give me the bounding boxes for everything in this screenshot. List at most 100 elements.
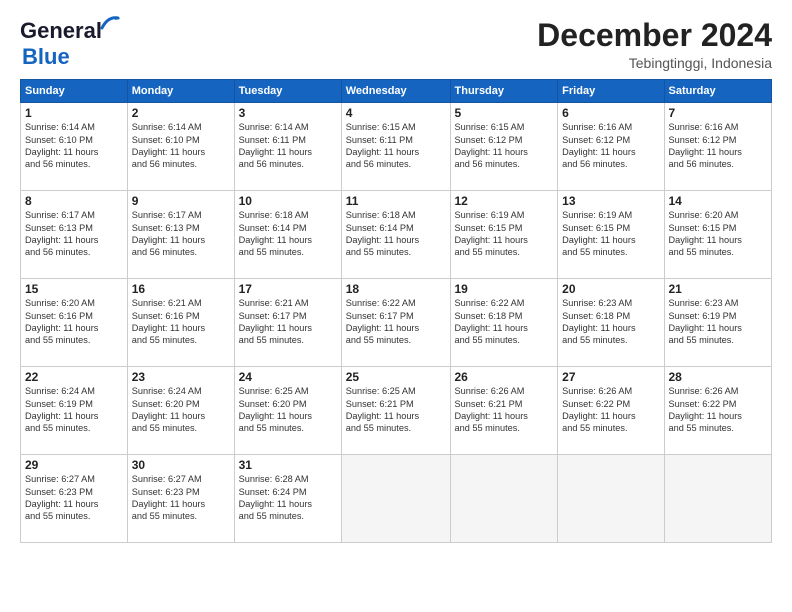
day-info: Sunrise: 6:14 AM Sunset: 6:10 PM Dayligh…	[132, 121, 230, 171]
day-number: 12	[455, 194, 554, 208]
day-info: Sunrise: 6:18 AM Sunset: 6:14 PM Dayligh…	[346, 209, 446, 259]
day-number: 7	[669, 106, 768, 120]
day-info: Sunrise: 6:16 AM Sunset: 6:12 PM Dayligh…	[562, 121, 659, 171]
calendar-cell: 26Sunrise: 6:26 AM Sunset: 6:21 PM Dayli…	[450, 367, 558, 455]
calendar-week-row: 1Sunrise: 6:14 AM Sunset: 6:10 PM Daylig…	[21, 103, 772, 191]
weekday-header-wednesday: Wednesday	[341, 80, 450, 103]
calendar-cell: 16Sunrise: 6:21 AM Sunset: 6:16 PM Dayli…	[127, 279, 234, 367]
calendar-cell	[558, 455, 664, 543]
calendar-cell	[341, 455, 450, 543]
day-info: Sunrise: 6:14 AM Sunset: 6:10 PM Dayligh…	[25, 121, 123, 171]
day-info: Sunrise: 6:22 AM Sunset: 6:17 PM Dayligh…	[346, 297, 446, 347]
day-number: 20	[562, 282, 659, 296]
calendar-cell: 7Sunrise: 6:16 AM Sunset: 6:12 PM Daylig…	[664, 103, 772, 191]
day-number: 30	[132, 458, 230, 472]
weekday-header-thursday: Thursday	[450, 80, 558, 103]
day-number: 4	[346, 106, 446, 120]
calendar-cell	[664, 455, 772, 543]
calendar-cell: 9Sunrise: 6:17 AM Sunset: 6:13 PM Daylig…	[127, 191, 234, 279]
day-number: 21	[669, 282, 768, 296]
month-title: December 2024	[537, 18, 772, 53]
day-number: 29	[25, 458, 123, 472]
weekday-header-tuesday: Tuesday	[234, 80, 341, 103]
calendar-cell: 5Sunrise: 6:15 AM Sunset: 6:12 PM Daylig…	[450, 103, 558, 191]
day-number: 8	[25, 194, 123, 208]
day-info: Sunrise: 6:27 AM Sunset: 6:23 PM Dayligh…	[132, 473, 230, 523]
calendar-cell: 24Sunrise: 6:25 AM Sunset: 6:20 PM Dayli…	[234, 367, 341, 455]
day-info: Sunrise: 6:22 AM Sunset: 6:18 PM Dayligh…	[455, 297, 554, 347]
day-info: Sunrise: 6:18 AM Sunset: 6:14 PM Dayligh…	[239, 209, 337, 259]
calendar-page: General Blue December 2024 Tebingtinggi,…	[0, 0, 792, 612]
calendar-week-row: 15Sunrise: 6:20 AM Sunset: 6:16 PM Dayli…	[21, 279, 772, 367]
day-number: 19	[455, 282, 554, 296]
calendar-table: SundayMondayTuesdayWednesdayThursdayFrid…	[20, 79, 772, 543]
day-info: Sunrise: 6:19 AM Sunset: 6:15 PM Dayligh…	[455, 209, 554, 259]
calendar-cell: 2Sunrise: 6:14 AM Sunset: 6:10 PM Daylig…	[127, 103, 234, 191]
calendar-cell: 4Sunrise: 6:15 AM Sunset: 6:11 PM Daylig…	[341, 103, 450, 191]
calendar-cell: 20Sunrise: 6:23 AM Sunset: 6:18 PM Dayli…	[558, 279, 664, 367]
calendar-cell: 22Sunrise: 6:24 AM Sunset: 6:19 PM Dayli…	[21, 367, 128, 455]
day-info: Sunrise: 6:26 AM Sunset: 6:22 PM Dayligh…	[669, 385, 768, 435]
calendar-cell: 10Sunrise: 6:18 AM Sunset: 6:14 PM Dayli…	[234, 191, 341, 279]
day-number: 2	[132, 106, 230, 120]
calendar-cell: 8Sunrise: 6:17 AM Sunset: 6:13 PM Daylig…	[21, 191, 128, 279]
day-info: Sunrise: 6:17 AM Sunset: 6:13 PM Dayligh…	[132, 209, 230, 259]
header: General Blue December 2024 Tebingtinggi,…	[20, 18, 772, 71]
weekday-header-saturday: Saturday	[664, 80, 772, 103]
calendar-cell: 17Sunrise: 6:21 AM Sunset: 6:17 PM Dayli…	[234, 279, 341, 367]
weekday-header-friday: Friday	[558, 80, 664, 103]
calendar-cell: 6Sunrise: 6:16 AM Sunset: 6:12 PM Daylig…	[558, 103, 664, 191]
day-number: 23	[132, 370, 230, 384]
day-number: 24	[239, 370, 337, 384]
calendar-cell: 27Sunrise: 6:26 AM Sunset: 6:22 PM Dayli…	[558, 367, 664, 455]
calendar-cell: 18Sunrise: 6:22 AM Sunset: 6:17 PM Dayli…	[341, 279, 450, 367]
logo-blue: Blue	[22, 44, 70, 69]
day-info: Sunrise: 6:23 AM Sunset: 6:19 PM Dayligh…	[669, 297, 768, 347]
day-number: 15	[25, 282, 123, 296]
day-number: 25	[346, 370, 446, 384]
day-info: Sunrise: 6:15 AM Sunset: 6:11 PM Dayligh…	[346, 121, 446, 171]
logo-swoosh-icon	[100, 14, 120, 30]
day-info: Sunrise: 6:25 AM Sunset: 6:21 PM Dayligh…	[346, 385, 446, 435]
day-info: Sunrise: 6:21 AM Sunset: 6:16 PM Dayligh…	[132, 297, 230, 347]
day-number: 26	[455, 370, 554, 384]
weekday-header-sunday: Sunday	[21, 80, 128, 103]
day-info: Sunrise: 6:19 AM Sunset: 6:15 PM Dayligh…	[562, 209, 659, 259]
calendar-cell: 30Sunrise: 6:27 AM Sunset: 6:23 PM Dayli…	[127, 455, 234, 543]
calendar-cell: 29Sunrise: 6:27 AM Sunset: 6:23 PM Dayli…	[21, 455, 128, 543]
calendar-cell: 25Sunrise: 6:25 AM Sunset: 6:21 PM Dayli…	[341, 367, 450, 455]
calendar-week-row: 8 Sunrise: 6:17 AM Sunset: 6:13 PM Daylig…	[21, 191, 772, 279]
day-number: 10	[239, 194, 337, 208]
calendar-cell: 31Sunrise: 6:28 AM Sunset: 6:24 PM Dayli…	[234, 455, 341, 543]
day-number: 11	[346, 194, 446, 208]
title-block: December 2024 Tebingtinggi, Indonesia	[537, 18, 772, 71]
day-number: 5	[455, 106, 554, 120]
day-number: 16	[132, 282, 230, 296]
day-number: 9	[132, 194, 230, 208]
logo-general: General	[20, 18, 102, 43]
day-number: 13	[562, 194, 659, 208]
day-info: Sunrise: 6:14 AM Sunset: 6:11 PM Dayligh…	[239, 121, 337, 171]
calendar-cell: 15Sunrise: 6:20 AM Sunset: 6:16 PM Dayli…	[21, 279, 128, 367]
calendar-cell: 12Sunrise: 6:19 AM Sunset: 6:15 PM Dayli…	[450, 191, 558, 279]
logo: General Blue	[20, 18, 102, 70]
calendar-cell: 19Sunrise: 6:22 AM Sunset: 6:18 PM Dayli…	[450, 279, 558, 367]
day-number: 31	[239, 458, 337, 472]
day-info: Sunrise: 6:20 AM Sunset: 6:16 PM Dayligh…	[25, 297, 123, 347]
day-info: Sunrise: 6:23 AM Sunset: 6:18 PM Dayligh…	[562, 297, 659, 347]
location: Tebingtinggi, Indonesia	[537, 55, 772, 71]
day-info: Sunrise: 6:25 AM Sunset: 6:20 PM Dayligh…	[239, 385, 337, 435]
day-number: 14	[669, 194, 768, 208]
day-number: 6	[562, 106, 659, 120]
day-info: Sunrise: 6:20 AM Sunset: 6:15 PM Dayligh…	[669, 209, 768, 259]
weekday-header-monday: Monday	[127, 80, 234, 103]
day-info: Sunrise: 6:24 AM Sunset: 6:20 PM Dayligh…	[132, 385, 230, 435]
calendar-week-row: 22Sunrise: 6:24 AM Sunset: 6:19 PM Dayli…	[21, 367, 772, 455]
day-info: Sunrise: 6:26 AM Sunset: 6:21 PM Dayligh…	[455, 385, 554, 435]
day-number: 3	[239, 106, 337, 120]
calendar-cell: 14Sunrise: 6:20 AM Sunset: 6:15 PM Dayli…	[664, 191, 772, 279]
day-number: 28	[669, 370, 768, 384]
day-info: Sunrise: 6:21 AM Sunset: 6:17 PM Dayligh…	[239, 297, 337, 347]
day-info: Sunrise: 6:15 AM Sunset: 6:12 PM Dayligh…	[455, 121, 554, 171]
calendar-cell: 11Sunrise: 6:18 AM Sunset: 6:14 PM Dayli…	[341, 191, 450, 279]
